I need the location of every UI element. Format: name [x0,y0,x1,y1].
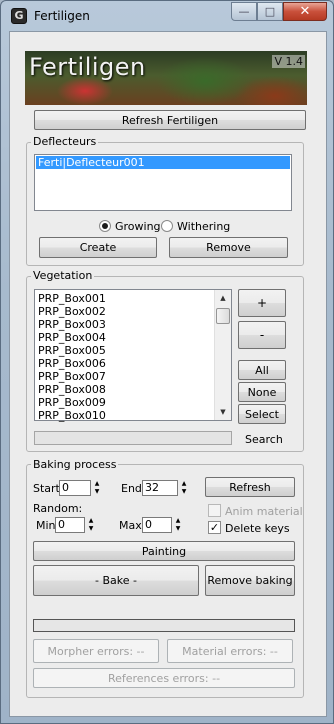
vegetation-list[interactable]: PRP_Box001 PRP_Box002 PRP_Box003 PRP_Box… [34,289,232,422]
end-label: End [121,482,142,495]
max-field[interactable]: 0 [142,517,172,533]
delete-keys-label: Delete keys [225,522,290,535]
list-item[interactable]: PRP_Box008 [36,383,213,396]
spin-down-icon[interactable]: ▼ [173,525,183,533]
spin-up-icon[interactable]: ▲ [173,517,183,525]
scroll-down-icon[interactable]: ▼ [215,404,231,420]
start-spinner[interactable]: 0 ▲ ▼ [59,480,103,496]
vegetation-scrollbar[interactable]: ▲ ▼ [214,290,231,420]
spin-down-icon[interactable]: ▼ [179,488,189,496]
end-field[interactable]: 32 [142,480,178,496]
deflecteurs-list[interactable]: Ferti|Deflecteur001 [34,154,292,211]
search-input[interactable] [34,431,232,445]
select-none-button[interactable]: None [238,382,286,402]
withering-radio[interactable] [161,220,173,232]
list-item[interactable]: PRP_Box003 [36,318,213,331]
select-all-button[interactable]: All [238,360,286,380]
list-item[interactable]: PRP_Box002 [36,305,213,318]
baking-group-label: Baking process [31,458,119,471]
window-title: Fertiligen [34,9,90,23]
end-spinner-arrows[interactable]: ▲ ▼ [179,480,189,496]
anim-material-label: Anim material [225,505,303,518]
add-vegetation-button[interactable]: + [238,289,286,317]
minimize-button[interactable]: — [231,2,257,21]
search-label: Search [245,433,283,446]
growing-radio[interactable] [99,220,111,232]
list-item[interactable]: PRP_Box004 [36,331,213,344]
checkmark-icon: ✓ [209,521,220,534]
material-errors-button[interactable]: Material errors: -- [167,639,293,663]
refresh-baking-button[interactable]: Refresh [205,477,295,497]
bake-button[interactable]: - Bake - [33,565,199,596]
refresh-fertiligen-button[interactable]: Refresh Fertiligen [34,110,306,130]
max-label: Max [119,519,142,532]
vegetation-group-label: Vegetation [31,269,95,282]
version-label: V 1.4 [272,55,305,68]
deflecteurs-group-label: Deflecteurs [31,135,99,148]
baking-progress-bar [33,619,295,632]
scroll-thumb[interactable] [216,308,230,324]
list-item[interactable]: Ferti|Deflecteur001 [36,156,290,169]
app-window: G Fertiligen — □ ✕ Fertiligen V 1.4 Refr… [0,0,334,724]
painting-button[interactable]: Painting [33,541,295,561]
anim-material-checkbox[interactable] [208,504,221,517]
list-item[interactable]: PRP_Box009 [36,396,213,409]
app-icon[interactable]: G [11,8,27,24]
list-item[interactable]: PRP_Box007 [36,370,213,383]
close-button[interactable]: ✕ [283,2,327,21]
list-item[interactable]: PRP_Box001 [36,292,213,305]
close-icon: ✕ [299,4,311,19]
list-item[interactable]: PRP_Box006 [36,357,213,370]
max-spinner[interactable]: 0 ▲ ▼ [142,517,184,533]
create-button[interactable]: Create [39,237,157,258]
spin-up-icon[interactable]: ▲ [92,480,102,488]
withering-label: Withering [177,220,231,233]
max-spinner-arrows[interactable]: ▲ ▼ [173,517,183,533]
delete-keys-checkbox[interactable]: ✓ [208,521,221,534]
end-spinner[interactable]: 32 ▲ ▼ [142,480,190,496]
list-item[interactable]: PRP_Box010 [36,409,213,422]
maximize-icon: □ [264,5,276,18]
remove-vegetation-button[interactable]: - [238,321,286,349]
list-item[interactable]: PRP_Box005 [36,344,213,357]
maximize-button[interactable]: □ [257,2,283,21]
title-bar[interactable]: G Fertiligen — □ ✕ [1,1,333,31]
minimize-icon: — [238,5,250,18]
select-button[interactable]: Select [238,404,286,424]
spin-up-icon[interactable]: ▲ [86,517,96,525]
start-field[interactable]: 0 [59,480,91,496]
window-controls: — □ ✕ [231,2,327,22]
min-label: Min [36,519,56,532]
scroll-up-icon[interactable]: ▲ [215,290,231,306]
spin-up-icon[interactable]: ▲ [179,480,189,488]
growing-label: Growing [115,220,161,233]
start-spinner-arrows[interactable]: ▲ ▼ [92,480,102,496]
remove-deflecteur-button[interactable]: Remove [169,237,288,258]
vegetation-list-items: PRP_Box001 PRP_Box002 PRP_Box003 PRP_Box… [35,290,231,422]
banner-image: Fertiligen V 1.4 [25,51,307,105]
random-label: Random: [33,502,83,515]
banner-title: Fertiligen [29,53,146,81]
morpher-errors-button[interactable]: Morpher errors: -- [33,639,159,663]
start-label: Start [33,482,60,495]
spin-down-icon[interactable]: ▼ [92,488,102,496]
min-field[interactable]: 0 [55,517,85,533]
min-spinner-arrows[interactable]: ▲ ▼ [86,517,96,533]
remove-baking-button[interactable]: Remove baking [205,565,295,596]
spin-down-icon[interactable]: ▼ [86,525,96,533]
references-errors-button[interactable]: References errors: -- [33,668,295,688]
min-spinner[interactable]: 0 ▲ ▼ [55,517,97,533]
